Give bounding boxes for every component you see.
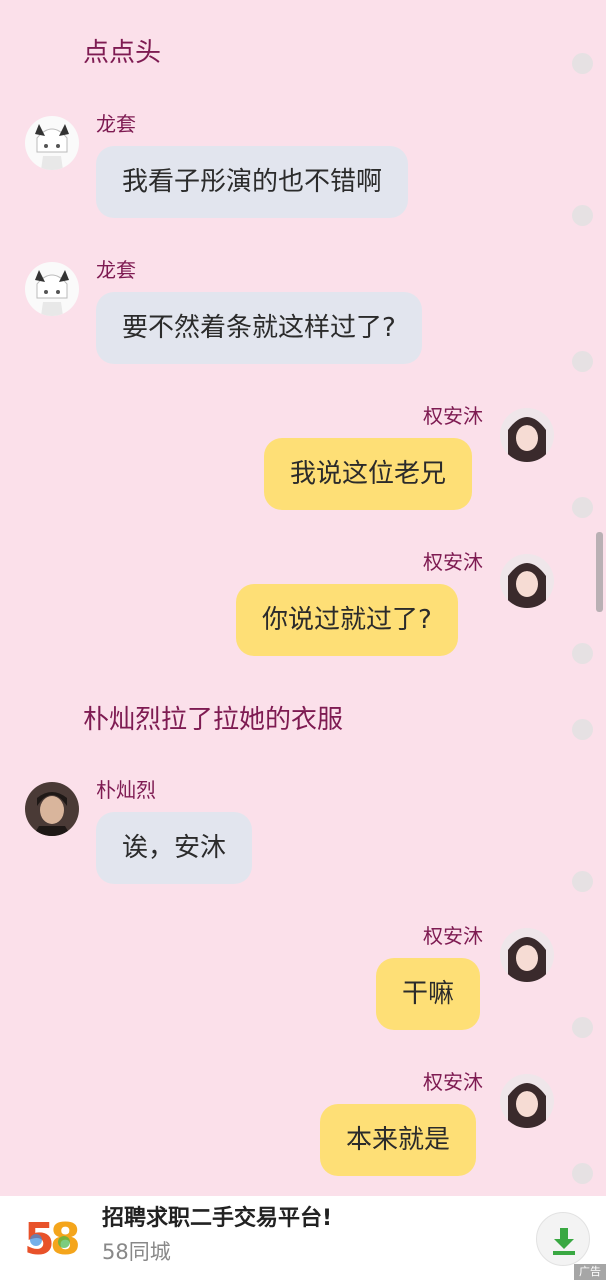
download-icon bbox=[553, 1228, 575, 1255]
comment-dot[interactable] bbox=[572, 719, 593, 740]
sender-name: 权安沐 bbox=[423, 550, 483, 574]
comment-dot[interactable] bbox=[572, 871, 593, 892]
download-button[interactable] bbox=[536, 1212, 590, 1266]
sender-name: 龙套 bbox=[96, 112, 136, 136]
ad-subtitle: 58同城 bbox=[102, 1240, 171, 1264]
narration-text: 朴灿烈拉了拉她的衣服 bbox=[83, 705, 344, 735]
message-bubble[interactable]: 诶，安沐 bbox=[96, 812, 253, 884]
avatar-longtao[interactable] bbox=[25, 262, 79, 316]
comment-dot[interactable] bbox=[572, 1017, 593, 1038]
message-bubble[interactable]: 我看子彤演的也不错啊 bbox=[96, 146, 409, 218]
sender-name: 龙套 bbox=[96, 258, 136, 282]
message-bubble[interactable]: 本来就是 bbox=[320, 1104, 477, 1176]
message-bubble[interactable]: 要不然着条就这样过了? bbox=[96, 292, 422, 364]
ad-banner[interactable]: 5 8 招聘求职二手交易平台! 58同城 广告 bbox=[0, 1196, 606, 1280]
avatar-parkchanyeol[interactable] bbox=[25, 782, 79, 836]
comment-dot[interactable] bbox=[572, 351, 593, 372]
comment-dot[interactable] bbox=[572, 497, 593, 518]
message-bubble[interactable]: 你说过就过了? bbox=[236, 584, 458, 656]
scrollbar[interactable] bbox=[596, 532, 603, 612]
sender-name: 权安沐 bbox=[423, 404, 483, 428]
ad-title: 招聘求职二手交易平台! bbox=[102, 1206, 333, 1231]
avatar-quananmu[interactable] bbox=[500, 1074, 554, 1128]
comment-dot[interactable] bbox=[572, 1163, 593, 1184]
sender-name: 朴灿烈 bbox=[96, 778, 156, 802]
comment-dot[interactable] bbox=[572, 205, 593, 226]
sender-name: 权安沐 bbox=[423, 924, 483, 948]
ad-tag[interactable]: 广告 bbox=[574, 1264, 606, 1280]
message-bubble[interactable]: 干嘛 bbox=[376, 958, 481, 1030]
avatar-quananmu[interactable] bbox=[500, 408, 554, 462]
avatar-quananmu[interactable] bbox=[500, 554, 554, 608]
avatar-longtao[interactable] bbox=[25, 116, 79, 170]
avatar-quananmu[interactable] bbox=[500, 928, 554, 982]
app-logo-icon: 5 8 bbox=[24, 1210, 81, 1265]
comment-dot[interactable] bbox=[572, 53, 593, 74]
comment-dot[interactable] bbox=[572, 643, 593, 664]
message-bubble[interactable]: 我说这位老兄 bbox=[264, 438, 473, 510]
narration-text: 点点头 bbox=[83, 38, 162, 68]
sender-name: 权安沐 bbox=[423, 1070, 483, 1094]
